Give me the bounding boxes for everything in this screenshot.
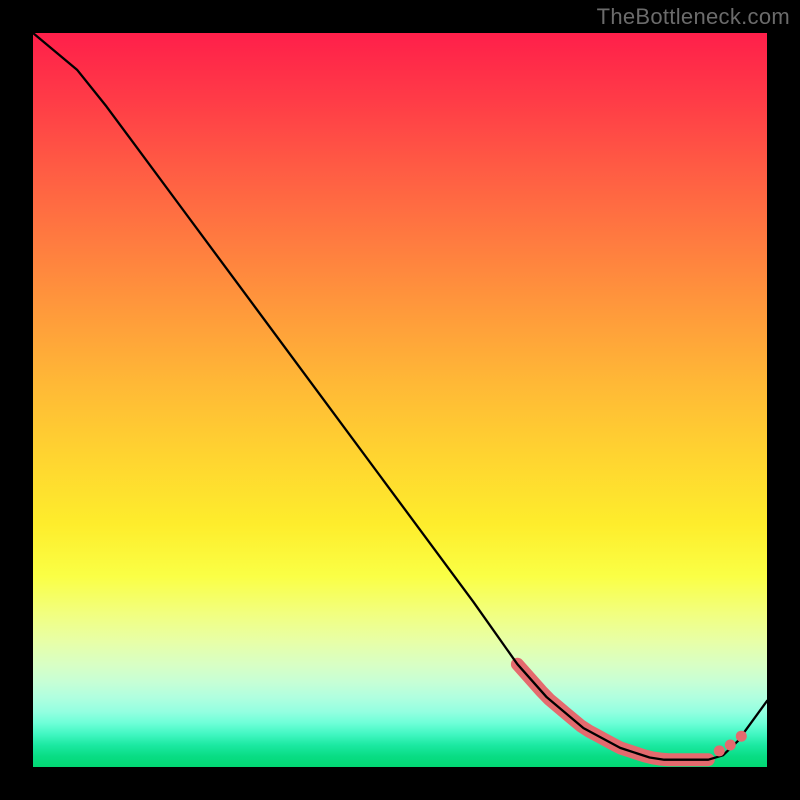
tail-dot [736,731,747,742]
tail-dot [714,745,725,756]
bottleneck-curve-line [33,33,767,760]
extra-dots [714,731,747,757]
curve-svg [33,33,767,767]
watermark-text: TheBottleneck.com [597,4,790,30]
chart-frame: TheBottleneck.com [0,0,800,800]
tail-dot [725,740,736,751]
plot-area [33,33,767,767]
valley-highlight-band [517,664,708,760]
